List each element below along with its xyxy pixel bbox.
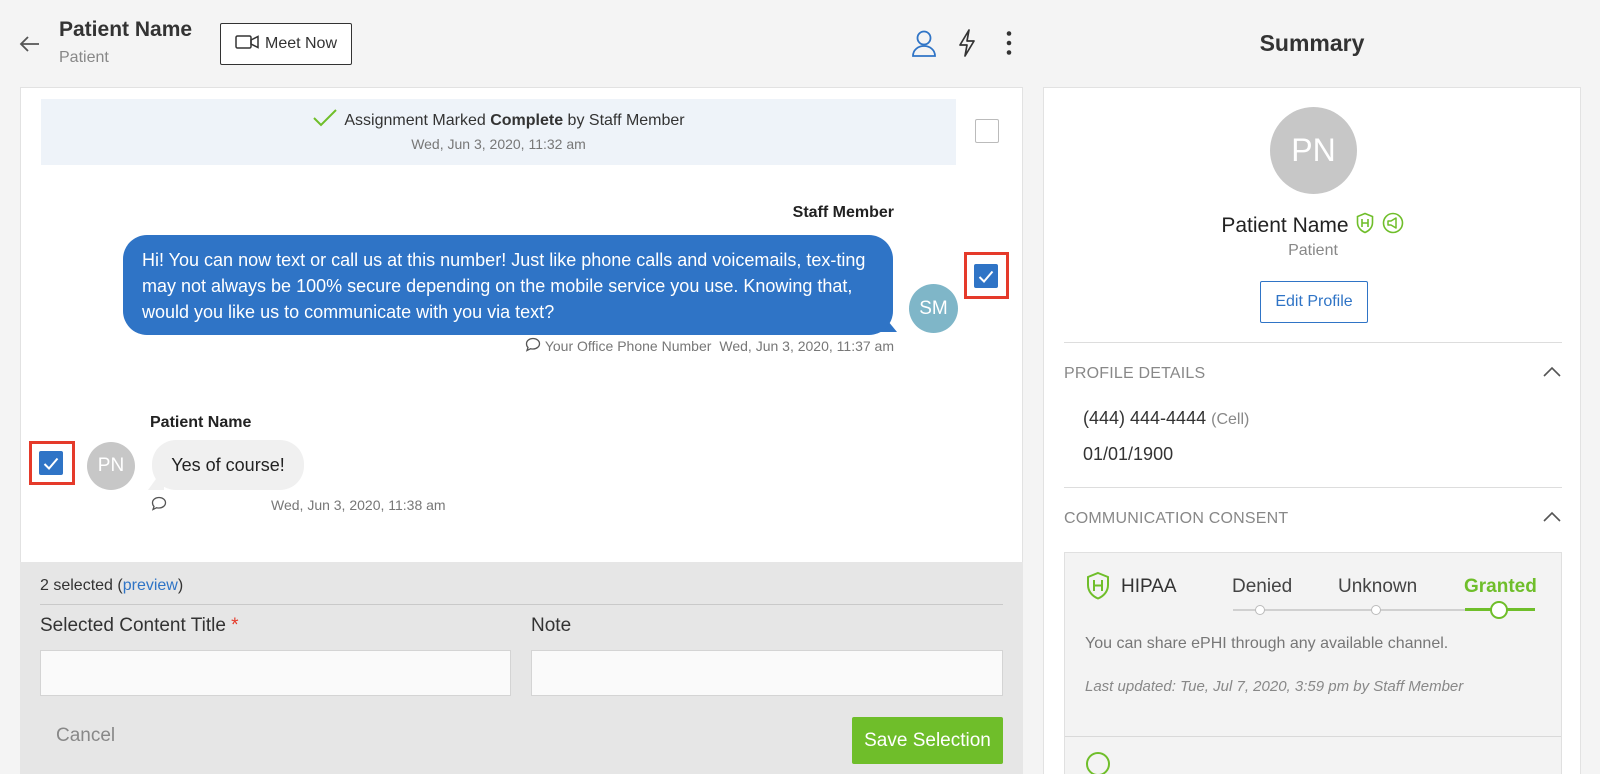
profile-role: Patient: [1288, 242, 1338, 259]
event-select-checkbox[interactable]: [975, 119, 999, 143]
slider-dot-denied[interactable]: [1255, 605, 1265, 615]
outgoing-sender: Staff Member: [792, 204, 894, 221]
consent-description: You can share ePHI through any available…: [1085, 635, 1449, 652]
save-selection-button[interactable]: Save Selection: [852, 717, 1003, 764]
hipaa-shield-icon: [1355, 212, 1375, 240]
meet-now-button[interactable]: Meet Now: [220, 23, 352, 65]
event-timestamp: Wed, Jun 3, 2020, 11:32 am: [411, 136, 586, 152]
profile-dob: 01/01/1900: [1083, 444, 1174, 464]
communication-consent-header[interactable]: COMMUNICATION CONSENT: [1064, 510, 1562, 528]
page-subtitle: Patient: [59, 49, 109, 66]
chat-panel: Assignment Marked Complete by Staff Memb…: [20, 87, 1023, 562]
meet-now-label: Meet Now: [264, 35, 338, 52]
hipaa-consent-card: HIPAA Denied Unknown Granted You can sha…: [1064, 552, 1562, 774]
video-camera-icon: [235, 34, 261, 55]
profile-avatar: PN: [1270, 107, 1357, 194]
cancel-button[interactable]: Cancel: [56, 725, 115, 747]
profile-details-header[interactable]: PROFILE DETAILS: [1064, 365, 1562, 383]
next-consent-icon: [1085, 751, 1111, 774]
phone-type: (Cell): [1211, 411, 1250, 428]
user-icon[interactable]: [909, 28, 939, 58]
outgoing-timestamp: Wed, Jun 3, 2020, 11:37 am: [719, 338, 894, 354]
note-label: Note: [531, 615, 572, 636]
lightning-icon[interactable]: [952, 28, 982, 58]
chat-bubble-icon: [525, 337, 541, 355]
incoming-timestamp: Wed, Jun 3, 2020, 11:38 am: [271, 497, 446, 513]
consent-last-updated: Last updated: Tue, Jul 7, 2020, 3:59 pm …: [1085, 678, 1464, 695]
checkmark-icon: [312, 108, 338, 133]
hipaa-label: HIPAA: [1121, 576, 1177, 597]
event-status: Complete: [490, 111, 564, 129]
slider-handle-granted[interactable]: [1490, 601, 1508, 619]
preview-link[interactable]: preview: [123, 577, 178, 594]
page-title: Patient Name: [59, 18, 193, 41]
hipaa-shield-icon: [1085, 571, 1111, 606]
event-prefix: Assignment Marked: [344, 111, 486, 129]
selection-footer: 2 selected (preview) Selected Content Ti…: [20, 562, 1023, 774]
outgoing-message-bubble: Hi! You can now text or call us at this …: [123, 235, 893, 335]
chevron-up-icon[interactable]: [1542, 510, 1562, 528]
outgoing-meta: Your Office Phone Number Wed, Jun 3, 202…: [525, 337, 894, 355]
divider: [1064, 487, 1562, 488]
divider: [1064, 342, 1562, 343]
assignment-event: Assignment Marked Complete by Staff Memb…: [41, 99, 956, 165]
summary-title: Summary: [1259, 30, 1365, 56]
event-suffix: by Staff Member: [567, 111, 685, 129]
note-input[interactable]: [531, 650, 1003, 696]
content-title-label: Selected Content Title *: [40, 615, 239, 636]
incoming-select-checkbox[interactable]: [39, 451, 63, 475]
edit-profile-button[interactable]: Edit Profile: [1260, 281, 1368, 323]
summary-panel: PN Patient Name Patient Edit Profile PRO…: [1043, 87, 1581, 774]
outgoing-select-checkbox[interactable]: [974, 264, 998, 288]
divider: [1065, 736, 1561, 737]
chat-bubble-icon: [151, 496, 167, 514]
required-mark: *: [231, 615, 239, 636]
consent-option-unknown[interactable]: Unknown: [1338, 576, 1417, 598]
chevron-up-icon[interactable]: [1542, 365, 1562, 383]
more-vertical-icon[interactable]: [994, 28, 1024, 58]
megaphone-shield-icon: [1381, 212, 1405, 240]
profile-name-row: Patient Name: [1044, 212, 1582, 240]
profile-name: Patient Name: [1221, 214, 1349, 237]
patient-avatar: PN: [87, 442, 135, 490]
selected-count: 2 selected (preview): [40, 577, 184, 594]
back-arrow-icon[interactable]: [18, 32, 42, 56]
consent-option-granted[interactable]: Granted: [1464, 576, 1537, 598]
content-title-input[interactable]: [40, 650, 511, 696]
incoming-message-bubble: Yes of course!: [152, 440, 304, 490]
slider-dot-unknown[interactable]: [1371, 605, 1381, 615]
incoming-meta: Wed, Jun 3, 2020, 11:38 am: [151, 496, 446, 514]
profile-phone: (444) 444-4444 (Cell): [1083, 408, 1250, 428]
footer-divider: [40, 604, 1003, 605]
outgoing-channel: Your Office Phone Number: [544, 338, 712, 354]
consent-option-denied[interactable]: Denied: [1232, 576, 1292, 598]
incoming-sender: Patient Name: [150, 414, 252, 431]
staff-avatar: SM: [909, 284, 958, 333]
